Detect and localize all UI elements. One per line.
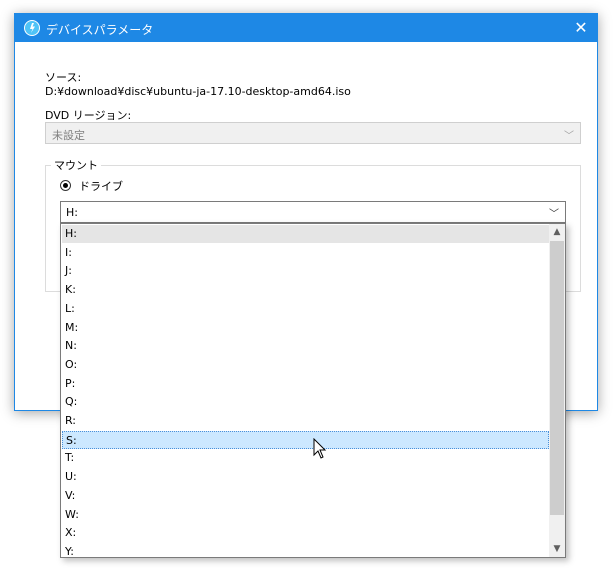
source-label: ソース:	[45, 71, 82, 84]
scroll-down-icon[interactable]: ▼	[549, 541, 565, 557]
list-item[interactable]: R:	[62, 412, 549, 430]
dvd-region-value: 未設定	[52, 129, 85, 142]
title-bar[interactable]: デバイスパラメータ ✕	[15, 14, 597, 42]
window-title: デバイスパラメータ	[46, 23, 154, 37]
list-item[interactable]: S:	[62, 430, 549, 449]
list-item[interactable]: Q:	[62, 393, 549, 411]
list-item[interactable]: M:	[62, 319, 549, 337]
list-item[interactable]: J:	[62, 262, 549, 280]
list-item[interactable]: N:	[62, 337, 549, 355]
app-icon	[24, 20, 40, 36]
dvd-region-label: DVD リージョン:	[45, 109, 132, 122]
drive-radio-label[interactable]: ドライブ	[79, 178, 123, 194]
drive-letter-select[interactable]: H: ﹀	[60, 201, 566, 223]
list-item[interactable]: V:	[62, 487, 549, 505]
scroll-thumb[interactable]	[550, 241, 564, 515]
list-item[interactable]: W:	[62, 506, 549, 524]
list-item[interactable]: P:	[62, 375, 549, 393]
list-item[interactable]: H:	[62, 225, 549, 243]
list-item[interactable]: O:	[62, 356, 549, 374]
list-item[interactable]: K:	[62, 281, 549, 299]
list-item[interactable]: Y:	[62, 543, 549, 557]
drive-letter-dropdown-list[interactable]: ▲ ▼ H: I: J: K: L: M: N: O: P: Q: R: S: T: U: V: W: X: Y:	[60, 223, 566, 558]
close-button[interactable]: ✕	[565, 14, 597, 42]
chevron-down-icon: ﹀	[549, 209, 559, 220]
chevron-down-icon: ﹀	[564, 131, 574, 142]
drive-radio[interactable]	[60, 180, 71, 191]
list-item[interactable]: I:	[62, 244, 549, 262]
scrollbar[interactable]: ▲ ▼	[549, 224, 565, 557]
mouse-cursor-icon	[313, 438, 327, 459]
source-path: D:¥download¥disc¥ubuntu-ja-17.10-desktop…	[45, 85, 351, 98]
list-item[interactable]: L:	[62, 300, 549, 318]
scroll-up-icon[interactable]: ▲	[549, 224, 565, 240]
list-item[interactable]: T:	[62, 449, 549, 467]
dvd-region-select: 未設定 ﹀	[45, 122, 581, 144]
list-item[interactable]: X:	[62, 524, 549, 542]
drive-letter-value: H:	[66, 206, 78, 219]
mount-group-title: マウント	[51, 157, 101, 173]
list-item[interactable]: U:	[62, 468, 549, 486]
